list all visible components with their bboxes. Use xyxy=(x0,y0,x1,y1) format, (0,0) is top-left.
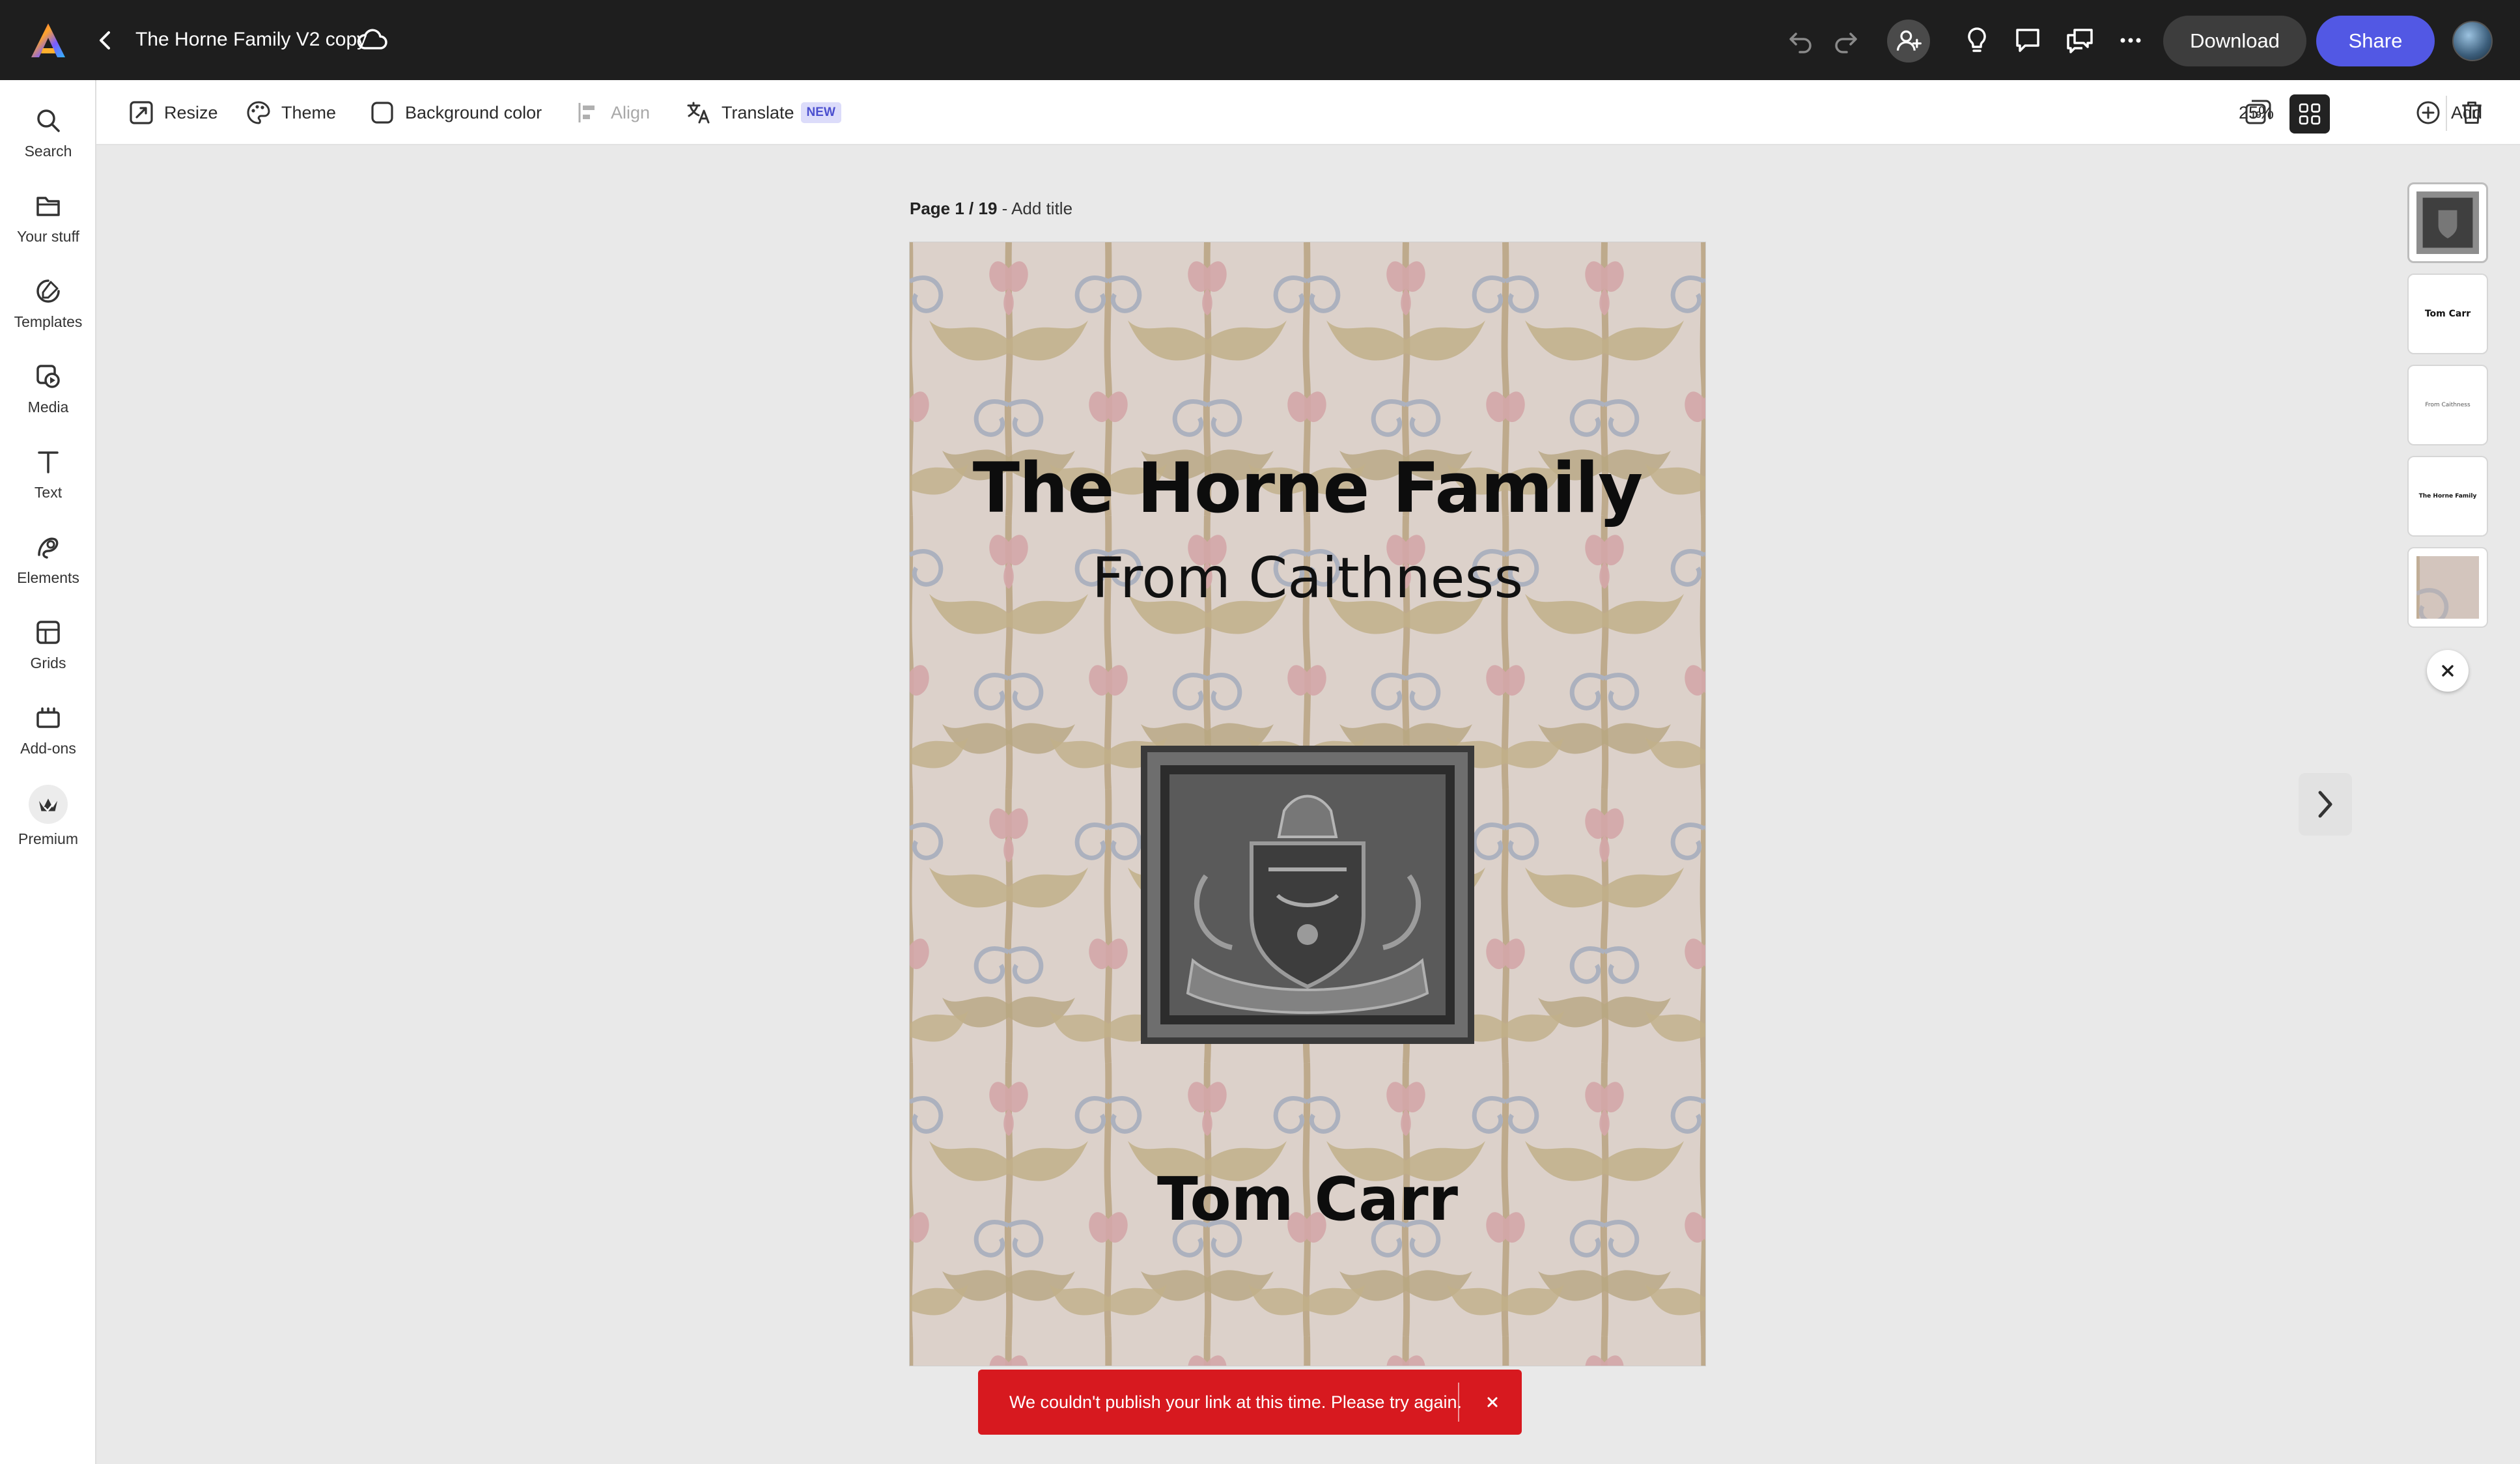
theme-button[interactable]: Theme xyxy=(245,96,336,130)
align-label: Align xyxy=(611,102,651,122)
page-thumbnail[interactable]: Tom Carr xyxy=(2407,274,2488,354)
invite-collaborator-button[interactable] xyxy=(1887,20,1930,63)
error-toast: We couldn't publish your link at this ti… xyxy=(978,1370,1522,1435)
page-thumbnail[interactable] xyxy=(2407,547,2488,628)
adobe-express-logo-icon[interactable] xyxy=(29,22,68,59)
elements-icon xyxy=(38,537,59,559)
rail-item-search[interactable]: Search xyxy=(0,93,96,170)
pages-count: 19 xyxy=(2250,109,2261,120)
background-color-button[interactable]: Background color xyxy=(369,96,542,130)
align-button[interactable]: Align xyxy=(574,96,650,130)
thumbnail-label: Tom Carr xyxy=(2424,309,2471,319)
rail-item-label: Text xyxy=(34,484,63,501)
redo-icon[interactable] xyxy=(1830,25,1861,56)
rail-item-premium[interactable]: Premium xyxy=(0,776,96,867)
premium-icon xyxy=(29,785,68,824)
background-color-label: Background color xyxy=(405,102,542,122)
text-icon xyxy=(38,451,59,473)
rail-item-elements[interactable]: Elements xyxy=(0,520,96,597)
page-number: Page 1 / 19 xyxy=(910,199,998,218)
new-badge: NEW xyxy=(800,102,841,123)
resize-button[interactable]: Resize xyxy=(128,96,218,130)
page-thumbnail[interactable]: From Caithness xyxy=(2407,365,2488,445)
grids-icon xyxy=(36,621,60,644)
thumbnail-label: The Horne Family xyxy=(2418,493,2477,500)
document-title[interactable]: The Horne Family V2 copy xyxy=(135,29,367,51)
rail-item-label: Grids xyxy=(30,655,66,671)
next-page-button[interactable] xyxy=(2299,773,2352,836)
align-icon xyxy=(578,103,595,122)
rail-item-media[interactable]: Media xyxy=(0,349,96,426)
comment-icon[interactable] xyxy=(2012,25,2043,56)
rail-item-label: Add-ons xyxy=(20,740,76,757)
rail-item-add-ons[interactable]: Add-ons xyxy=(0,690,96,767)
add-label: Add xyxy=(2451,102,2483,122)
rail-item-grids[interactable]: Grids xyxy=(0,605,96,682)
page-separator: - xyxy=(997,199,1012,218)
templates-icon xyxy=(36,279,60,303)
grid-view-toggle[interactable] xyxy=(2289,94,2330,134)
cloud-sync-icon[interactable] xyxy=(356,26,389,53)
download-button[interactable]: Download xyxy=(2163,16,2306,66)
translate-button[interactable]: Translate NEW xyxy=(685,96,841,130)
wallpaper-thumbnail-image xyxy=(2416,556,2479,619)
plus-circle-icon xyxy=(2416,101,2440,124)
toast-close-button[interactable] xyxy=(1478,1388,1507,1416)
close-icon xyxy=(2442,665,2454,677)
media-icon xyxy=(36,365,60,388)
rail-item-text[interactable]: Text xyxy=(0,434,96,511)
rail-item-label: Premium xyxy=(18,830,78,847)
left-rail: Search Your stuff Templates Media Text E… xyxy=(0,80,96,1464)
top-bar: The Horne Family V2 copy Download Share xyxy=(0,0,2520,80)
lightbulb-icon[interactable] xyxy=(1961,25,1993,56)
add-person-icon xyxy=(1896,30,1922,51)
design-page[interactable]: The Horne Family From Caithness Tom Carr xyxy=(910,242,1705,1366)
rail-item-templates[interactable]: Templates xyxy=(0,264,96,341)
add-page-button[interactable]: Add xyxy=(2415,96,2482,130)
error-toast-message: We couldn't publish your link at this ti… xyxy=(1009,1392,1462,1412)
addons-icon xyxy=(36,707,60,728)
folder-icon xyxy=(36,197,60,216)
more-options-icon[interactable] xyxy=(2115,25,2146,56)
page-thumbnail[interactable] xyxy=(2407,182,2488,263)
share-button[interactable]: Share xyxy=(2316,16,2435,66)
theme-label: Theme xyxy=(281,102,337,122)
palette-icon xyxy=(247,101,270,124)
rail-item-label: Templates xyxy=(14,313,83,330)
translate-icon xyxy=(687,102,710,124)
rail-item-label: Elements xyxy=(17,569,79,586)
resize-icon xyxy=(130,101,153,124)
page-indicator: Page 1 / 19 - Add title xyxy=(910,199,1072,219)
grid-layout-icon xyxy=(2299,103,2321,125)
cover-author[interactable]: Tom Carr xyxy=(910,1164,1705,1234)
page-thumbnail[interactable]: The Horne Family xyxy=(2407,456,2488,537)
translate-label: Translate xyxy=(721,102,794,122)
thumbnail-label: From Caithness xyxy=(2425,402,2471,408)
secondary-toolbar: Resize Theme Background color Align Tran… xyxy=(96,80,2520,145)
background-color-icon xyxy=(371,102,393,124)
rail-item-label: Search xyxy=(24,143,72,160)
undo-icon[interactable] xyxy=(1785,25,1817,56)
chevron-right-icon xyxy=(2318,791,2332,818)
toast-divider xyxy=(1458,1383,1459,1422)
pages-count-button[interactable]: 19 xyxy=(2243,97,2274,128)
close-icon xyxy=(1487,1397,1498,1407)
review-comments-icon[interactable] xyxy=(2064,25,2095,56)
back-chevron-icon[interactable] xyxy=(94,27,117,53)
search-icon xyxy=(37,109,60,132)
rail-item-label: Media xyxy=(27,399,69,415)
resize-label: Resize xyxy=(164,102,218,122)
rail-item-label: Your stuff xyxy=(17,228,79,245)
crest-thumbnail-image xyxy=(2416,191,2479,254)
close-thumbnails-button[interactable] xyxy=(2427,650,2469,692)
cover-title[interactable]: The Horne Family xyxy=(910,448,1705,528)
cover-subtitle[interactable]: From Caithness xyxy=(910,546,1705,611)
add-title-link[interactable]: Add title xyxy=(1011,199,1072,218)
coat-of-arms-image[interactable] xyxy=(1141,746,1474,1044)
rail-item-your-stuff[interactable]: Your stuff xyxy=(0,178,96,255)
user-avatar[interactable] xyxy=(2452,21,2493,61)
